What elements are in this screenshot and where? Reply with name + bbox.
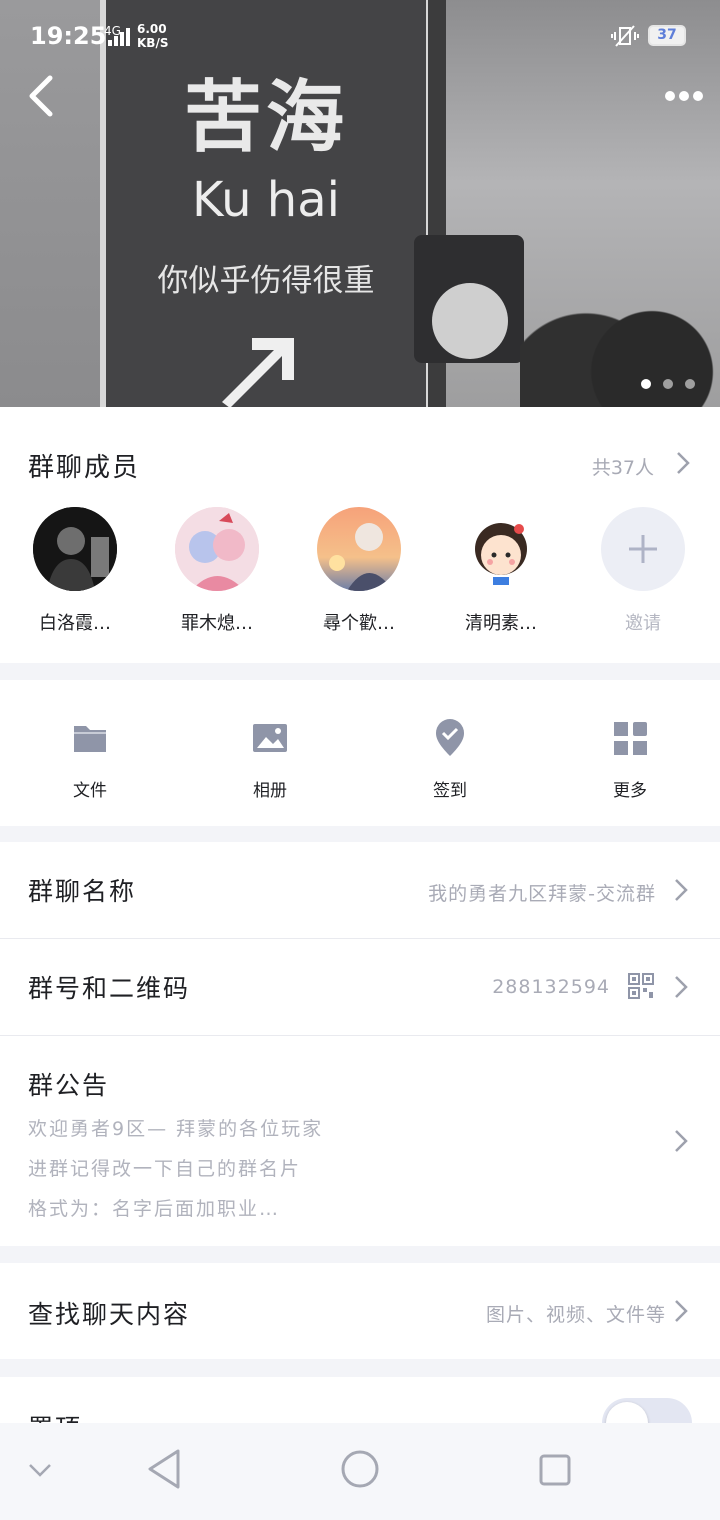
cover-page-indicator [641,379,695,389]
avatar-cartoon-girl [459,507,543,591]
member-list: 白洛霞… 罪木熄… 尋个歡… 清明素… 邀请 [0,507,720,637]
plus-icon [629,535,657,563]
invite-label: 邀请 [625,613,661,634]
page-dot [685,379,695,389]
grid-icon [614,722,647,755]
group-notice-label: 群公告 [28,1071,110,1100]
chevron-right-icon [675,1130,688,1152]
speed-unit: KB/S [137,36,169,50]
battery-indicator: 37 [648,25,686,46]
network-speed: 6.00 KB/S [137,22,168,50]
notice-line: 欢迎勇者9区— 拜蒙的各位玩家 [28,1118,324,1140]
members-count[interactable]: 共37人 [592,453,654,480]
group-name-value: 我的勇者九区拜蒙-交流群 [428,883,656,905]
member-name: 清明素… [465,613,537,634]
sign-line: 你似乎伤得很重 [157,263,375,299]
chevron-right-icon [675,879,688,901]
chevron-right-icon[interactable] [676,451,690,475]
avatar[interactable] [459,507,543,591]
group-tools: 文件 相册 签到 更多 [0,680,720,826]
back-button[interactable] [24,72,64,120]
tool-label: 签到 [433,781,467,801]
member-name: 罪木熄… [181,613,253,634]
system-nav-bar [0,1423,720,1520]
group-id-label: 群号和二维码 [28,974,191,1003]
status-bar: 19:25 4G 6.00 KB/S 37 [0,0,720,72]
member-item[interactable]: 尋个歡… [299,507,419,635]
group-id-row[interactable]: 群号和二维码 288132594 [0,939,720,1035]
group-notice-row[interactable]: 群公告 欢迎勇者9区— 拜蒙的各位玩家 进群记得改一下自己的群名片 格式为：名字… [0,1036,720,1246]
tool-label: 相册 [253,781,287,801]
signal-icon [108,28,130,46]
members-section: 群聊成员 共37人 白洛霞… 罪木熄… 尋个歡… 清明素… 邀请 [0,407,720,663]
folder-icon [74,726,106,752]
nav-back-icon[interactable] [146,1449,182,1489]
nav-home-icon[interactable] [340,1449,380,1489]
sign-arrow-icon [222,338,294,407]
avatar-photo [33,507,117,591]
search-chat-label: 查找聊天内容 [28,1300,191,1329]
checkin-icon [436,719,464,756]
page-dot [641,379,651,389]
tool-label: 更多 [613,781,647,801]
qr-code-icon [628,973,654,999]
page-dot [663,379,673,389]
tool-checkin[interactable]: 签到 [390,718,510,801]
group-id-value: 288132594 [492,976,610,998]
trees [520,300,720,407]
speed-value: 6.00 [137,22,167,36]
member-item[interactable]: 白洛霞… [15,507,135,635]
collapse-nav-icon[interactable] [28,1461,52,1481]
invite-member-button[interactable]: 邀请 [583,507,703,635]
nav-recents-icon[interactable] [538,1453,574,1489]
avatar-anime [175,507,259,591]
avatar[interactable] [175,507,259,591]
group-name-row[interactable]: 群聊名称 我的勇者九区拜蒙-交流群 [0,842,720,938]
more-options-button[interactable] [660,84,706,108]
chevron-right-icon [675,1300,688,1322]
pin-label: 置顶 [28,1409,82,1423]
member-item[interactable]: 清明素… [441,507,561,635]
member-item[interactable]: 罪木熄… [157,507,277,635]
members-title: 群聊成员 [28,453,141,483]
add-member-icon[interactable] [601,507,685,591]
tool-files[interactable]: 文件 [30,718,150,801]
chevron-right-icon [675,976,688,998]
avatar[interactable] [317,507,401,591]
sign-subtitle: Ku hai [192,172,340,228]
group-name-label: 群聊名称 [28,877,137,906]
tool-label: 文件 [73,781,107,801]
member-name: 尋个歡… [323,613,395,634]
vibrate-mute-icon [611,25,639,47]
image-icon [253,724,287,752]
avatar[interactable] [33,507,117,591]
avatar-sunset [317,507,401,591]
status-time: 19:25 [30,22,107,50]
notice-line: 进群记得改一下自己的群名片 [28,1158,302,1180]
notice-line: 格式为：名字后面加职业… [28,1198,281,1220]
group-cover-image[interactable]: 苦海 Ku hai 你似乎伤得很重 19:25 4G 6.00 KB/S 37 [0,0,720,407]
traffic-lamp [432,283,508,359]
tool-album[interactable]: 相册 [210,718,330,801]
search-chat-hint: 图片、视频、文件等 [485,1304,666,1326]
member-name: 白洛霞… [39,613,111,634]
tool-more[interactable]: 更多 [570,718,690,801]
search-chat-row[interactable]: 查找聊天内容 图片、视频、文件等 [0,1263,720,1359]
